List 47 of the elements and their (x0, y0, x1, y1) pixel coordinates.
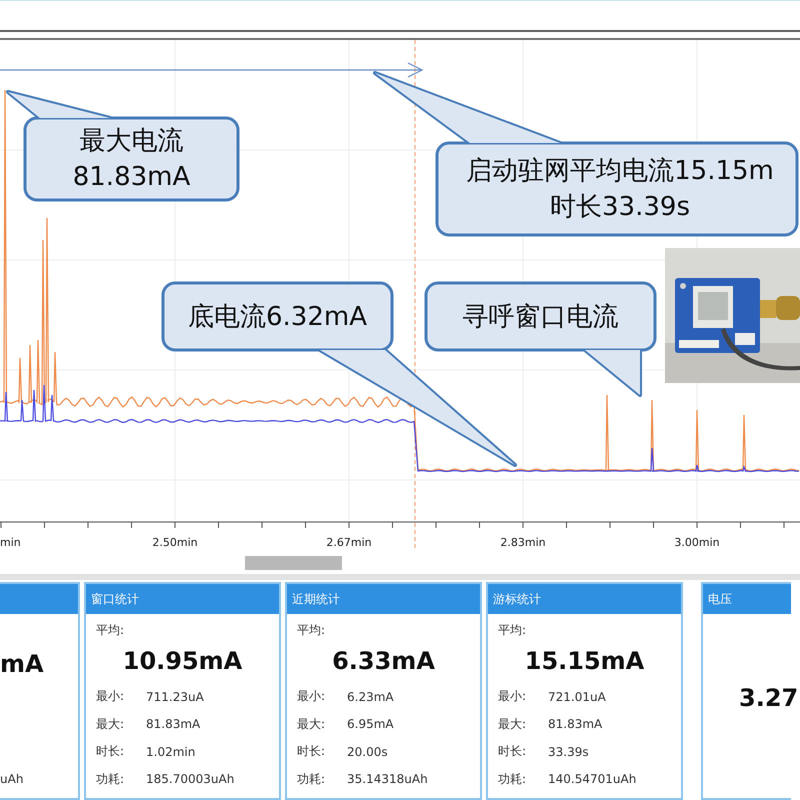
axis-label: 2.67min (326, 536, 372, 549)
stat-value: 1.02min (146, 744, 196, 759)
panel-title: 电压 (708, 590, 732, 608)
stat-label: 最大: (96, 716, 126, 733)
stat-label: 平均: (498, 622, 526, 639)
panel-title: 近期统计 (292, 590, 340, 608)
stat-value: 81.83mA (146, 717, 200, 732)
stat-label: 最大: (498, 716, 528, 733)
stat-label: 最小: (498, 688, 528, 706)
callout-text: 最大电流 81.83mA (72, 125, 190, 194)
stat-label: 时长: (96, 743, 126, 760)
panel-title: 游标统计 (493, 590, 541, 608)
stat-label: 平均: (297, 622, 326, 639)
stat-value: 3.27 (739, 684, 798, 712)
axis-label: 2.50min (152, 536, 198, 549)
axis-label: 2.83min (500, 536, 546, 549)
stat-label: 时长: (498, 743, 528, 760)
stat-value: mA (0, 650, 44, 678)
stat-label: 功耗: (498, 770, 528, 788)
stat-value: 10.95mA (122, 647, 242, 675)
stat-value: 35.14318uAh (347, 772, 428, 786)
stat-label: 最小: (297, 688, 326, 706)
stat-value: 15.15mA (524, 647, 644, 675)
axis-label: 3.00min (674, 536, 720, 549)
stat-value: 6.23mA (347, 690, 394, 704)
stat-value: 185.70003uAh (146, 772, 234, 786)
callout-text: 底电流6.32mA (188, 300, 367, 334)
stat-value: 33.39s (548, 744, 589, 759)
scrollbar-thumb[interactable] (245, 556, 342, 570)
stat-value: uAh (0, 772, 24, 786)
stat-value: 711.23uA (146, 690, 204, 704)
stat-label: 时长: (297, 743, 326, 760)
axis-label: min (0, 536, 21, 549)
stat-label: 功耗: (96, 770, 126, 788)
stat-label: 最小: (96, 688, 126, 706)
panel-title: 窗口统计 (91, 590, 139, 608)
stat-value: 140.54701uAh (548, 772, 636, 786)
stat-value: 81.83mA (548, 717, 602, 732)
stat-value: 6.33mA (332, 647, 435, 675)
callout-text: 启动驻网平均电流15.15m 时长33.39s (466, 155, 774, 224)
stat-label: 功耗: (297, 770, 326, 788)
stat-label: 最大: (297, 716, 326, 733)
callout-text: 寻呼窗口电流 (462, 300, 618, 334)
stat-value: 20.00s (347, 744, 388, 759)
stat-label: 平均: (96, 622, 124, 639)
stat-value: 6.95mA (347, 717, 394, 732)
stat-value: 721.01uA (548, 690, 606, 704)
